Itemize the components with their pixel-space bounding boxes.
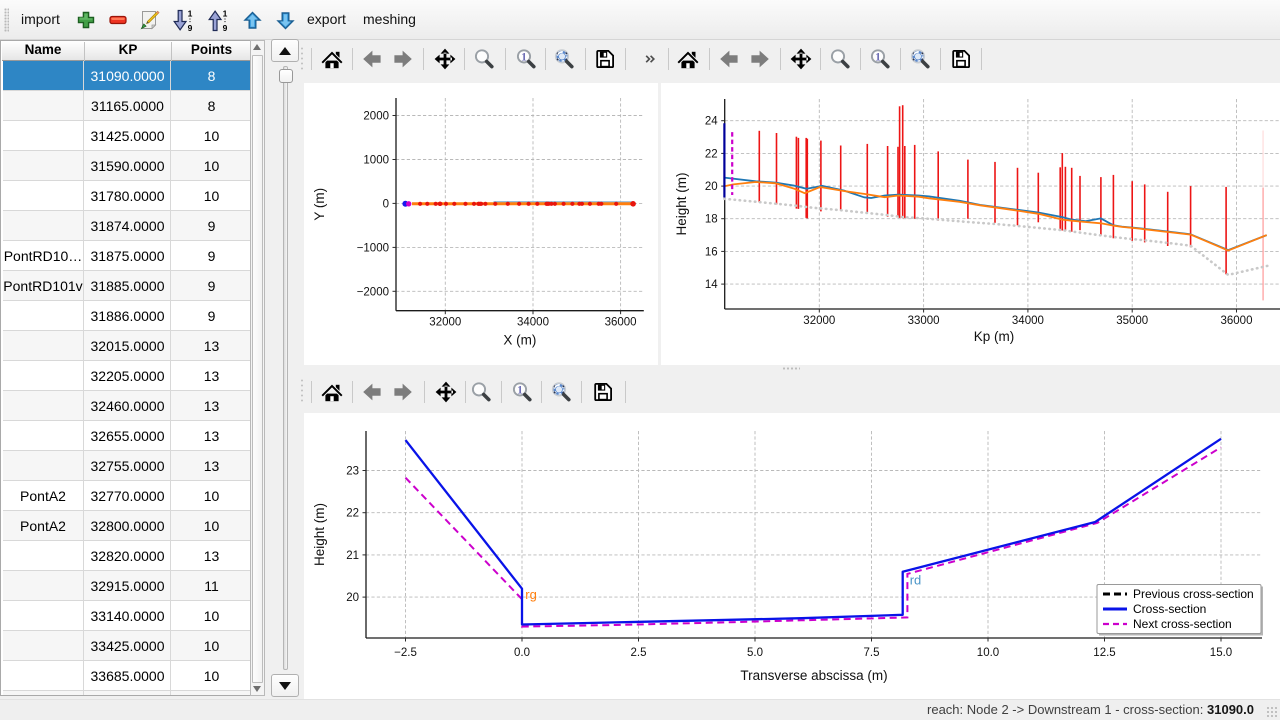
svg-text:2000: 2000 — [363, 111, 389, 123]
svg-text:rg: rg — [525, 587, 537, 602]
svg-text:Y (m): Y (m) — [312, 188, 327, 221]
svg-text:7.5: 7.5 — [864, 647, 880, 659]
svg-text:32000: 32000 — [803, 315, 835, 327]
svg-text:18: 18 — [705, 214, 718, 226]
svg-text:34000: 34000 — [517, 317, 549, 329]
svg-text:23: 23 — [346, 466, 359, 478]
svg-text:1000: 1000 — [363, 155, 389, 167]
svg-text:36000: 36000 — [605, 317, 637, 329]
svg-text:1: 1 — [875, 51, 881, 63]
svg-text:21: 21 — [346, 550, 359, 562]
svg-text:35000: 35000 — [1116, 315, 1148, 327]
svg-text:1: 1 — [223, 9, 228, 19]
svg-text:1: 1 — [517, 384, 523, 396]
svg-text:24: 24 — [705, 116, 718, 128]
svg-text:2.5: 2.5 — [631, 647, 647, 659]
svg-text:Transverse abscissa (m): Transverse abscissa (m) — [740, 668, 887, 683]
svg-text:33000: 33000 — [908, 315, 940, 327]
svg-text:1: 1 — [521, 51, 527, 63]
svg-text:0: 0 — [383, 198, 389, 210]
svg-text:Previous cross-section: Previous cross-section — [1133, 587, 1254, 601]
svg-text:9: 9 — [188, 23, 193, 32]
svg-text:1: 1 — [188, 9, 193, 19]
svg-text:Height (m): Height (m) — [674, 172, 689, 235]
svg-text:−1000: −1000 — [357, 242, 389, 254]
svg-text:9: 9 — [223, 23, 228, 32]
svg-text:36000: 36000 — [1221, 315, 1253, 327]
svg-text:10.0: 10.0 — [977, 647, 999, 659]
svg-text:5.0: 5.0 — [747, 647, 763, 659]
svg-text:rd: rd — [910, 572, 922, 587]
svg-text:−2000: −2000 — [357, 286, 389, 298]
svg-text:20: 20 — [346, 592, 359, 604]
svg-text:12.5: 12.5 — [1093, 647, 1115, 659]
svg-text:16: 16 — [705, 246, 718, 258]
svg-text:20: 20 — [705, 181, 718, 193]
svg-text:32000: 32000 — [429, 317, 461, 329]
svg-text:0.0: 0.0 — [514, 647, 530, 659]
svg-text:15.0: 15.0 — [1210, 647, 1232, 659]
svg-text:34000: 34000 — [1012, 315, 1044, 327]
svg-text:22: 22 — [705, 148, 718, 160]
svg-text:−2.5: −2.5 — [394, 647, 417, 659]
svg-text:X (m): X (m) — [503, 333, 536, 348]
svg-text:14: 14 — [705, 279, 718, 291]
svg-text:Cross-section: Cross-section — [1133, 602, 1206, 616]
svg-text:Next cross-section: Next cross-section — [1133, 617, 1232, 631]
svg-text:Kp (m): Kp (m) — [974, 329, 1015, 344]
svg-text:22: 22 — [346, 508, 359, 520]
svg-text:Height (m): Height (m) — [312, 503, 327, 566]
